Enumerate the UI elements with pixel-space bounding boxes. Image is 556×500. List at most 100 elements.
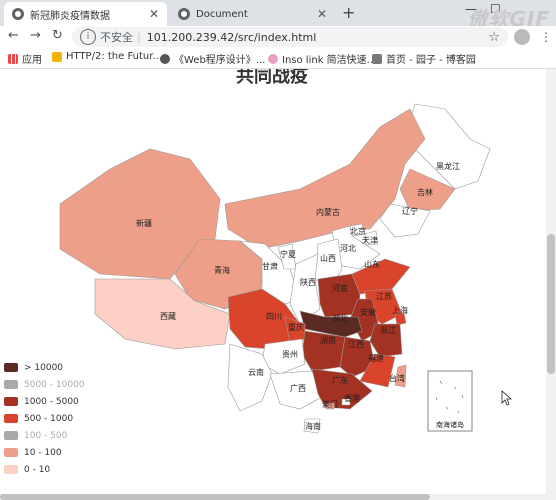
label-hainan: 海南 (305, 421, 321, 431)
label-hubei: 湖北 (332, 314, 348, 323)
label-anhui: 安徽 (360, 307, 376, 317)
label-yunnan: 云南 (248, 367, 264, 377)
label-sichuan: 四川 (266, 312, 282, 321)
label-zhejiang: 浙江 (380, 325, 396, 335)
page-icon (52, 51, 62, 62)
legend-label: 500 - 1000 (24, 413, 74, 424)
label-taiwan: 台湾 (389, 373, 405, 383)
close-icon[interactable]: ✕ (315, 7, 329, 21)
reload-icon[interactable]: ↻ (52, 28, 63, 43)
bookmark-label: 首页 - 园子 - 博客园 (386, 55, 476, 66)
label-jilin: 吉林 (417, 187, 433, 197)
url-text[interactable]: 101.200.239.42/src/index.html (147, 31, 317, 44)
label-tianjin: 天津 (362, 235, 378, 245)
tab-covid-data[interactable]: 新冠肺炎疫情数据 ✕ (4, 2, 167, 26)
legend-swatch (4, 380, 18, 389)
browser-toolbar: ← → ↻ i 不安全 | 101.200.239.42/src/index.h… (0, 26, 556, 48)
link-icon (268, 53, 278, 64)
legend-item[interactable]: 100 - 500 (4, 427, 85, 444)
bookmark-label: 应用 (22, 55, 42, 66)
legend-item[interactable]: 500 - 1000 (4, 410, 85, 427)
scrollbar-thumb[interactable] (547, 234, 555, 374)
tab-strip: 新冠肺炎疫情数据 ✕ Document ✕ + — ☐ 傲软GIF (0, 0, 556, 31)
label-jiangsu: 江苏 (376, 291, 392, 301)
legend-label: 100 - 500 (24, 430, 68, 441)
menu-icon[interactable]: ⋮ (540, 30, 552, 44)
label-fujian: 福建 (368, 353, 384, 363)
legend-label: > 10000 (24, 362, 64, 373)
tab-title: 新冠肺炎疫情数据 (30, 10, 110, 22)
legend-swatch (4, 431, 18, 440)
tab-document[interactable]: Document ✕ (170, 2, 335, 26)
globe-icon (178, 8, 190, 20)
label-macau: 澳门 (322, 399, 338, 409)
legend-item[interactable]: 0 - 10 (4, 461, 85, 478)
apps-grid-icon (8, 53, 18, 64)
legend-swatch (4, 414, 18, 423)
bookmark-cnblogs[interactable]: 首页 - 园子 - 博客园 (372, 51, 476, 66)
blog-icon (372, 53, 382, 64)
label-ningxia: 宁夏 (280, 249, 296, 259)
label-hongkong: 香港 (344, 393, 360, 403)
legend-swatch (4, 363, 18, 372)
label-qinghai: 青海 (214, 265, 230, 275)
bookmark-label: HTTP/2: the Futur... (66, 51, 162, 62)
label-gansu: 甘肃 (262, 261, 278, 271)
label-guizhou: 贵州 (282, 349, 298, 359)
legend-label: 1000 - 5000 (24, 396, 79, 407)
legend-item[interactable]: > 10000 (4, 359, 85, 376)
bookmark-web-course[interactable]: 《Web程序设计》... (160, 51, 265, 66)
separator: | (137, 30, 141, 44)
legend-swatch (4, 465, 18, 474)
bookmark-apps[interactable]: 应用 (8, 51, 42, 66)
label-jiangxi: 江西 (348, 340, 364, 349)
legend-item[interactable]: 10 - 100 (4, 444, 85, 461)
new-tab-icon[interactable]: + (342, 3, 355, 22)
label-heilongjiang: 黑龙江 (436, 161, 460, 171)
globe-icon (160, 53, 170, 64)
globe-icon (12, 8, 24, 20)
label-shanxi: 山西 (320, 253, 336, 263)
legend-label: 10 - 100 (24, 447, 62, 458)
back-icon[interactable]: ← (8, 28, 19, 43)
label-xinjiang: 新疆 (136, 218, 152, 228)
close-icon[interactable]: ✕ (147, 7, 161, 21)
map-legend: > 10000 5000 - 10000 1000 - 5000 500 - 1… (4, 359, 85, 478)
info-icon[interactable]: i (80, 29, 96, 45)
mouse-cursor-icon (501, 390, 513, 406)
label-henan: 河南 (332, 283, 348, 293)
legend-swatch (4, 397, 18, 406)
bookmark-star-icon[interactable]: ☆ (488, 30, 500, 45)
legend-item[interactable]: 5000 - 10000 (4, 376, 85, 393)
bookmark-inso-link[interactable]: Inso link 简洁快速... (268, 51, 376, 66)
legend-item[interactable]: 1000 - 5000 (4, 393, 85, 410)
label-chongqing: 重庆 (288, 322, 304, 332)
label-xizang: 西藏 (160, 311, 176, 321)
label-shanghai: 上海 (392, 305, 408, 315)
label-shaanxi: 陕西 (300, 277, 316, 287)
label-hunan: 湖南 (320, 335, 336, 345)
legend-label: 5000 - 10000 (24, 379, 85, 390)
vertical-scrollbar[interactable] (546, 69, 556, 500)
security-label: 不安全 (100, 31, 133, 44)
label-liaoning: 辽宁 (402, 206, 418, 216)
inset-label: 南海诸岛 (436, 420, 464, 429)
label-hebei: 河北 (340, 243, 356, 253)
forward-icon[interactable]: → (30, 28, 41, 43)
page-content: 共同战疫 黑龙江 吉林 辽宁 内蒙古 北京 天津 河北 新疆 青海 西藏 甘肃 … (0, 69, 556, 500)
bookmarks-bar: 应用 HTTP/2: the Futur... 《Web程序设计》... Ins… (0, 48, 556, 69)
legend-label: 0 - 10 (24, 464, 51, 475)
bookmark-label: Inso link 简洁快速... (282, 55, 377, 66)
legend-swatch (4, 448, 18, 457)
horizontal-scrollbar[interactable] (0, 494, 546, 500)
scrollbar-thumb[interactable] (0, 494, 430, 500)
label-guangxi: 广西 (290, 383, 306, 393)
bookmark-label: 《Web程序设计》... (174, 55, 266, 66)
bookmark-http2[interactable]: HTTP/2: the Futur... (52, 51, 162, 62)
label-shandong: 山东 (364, 259, 380, 269)
label-beijing: 北京 (350, 226, 366, 236)
label-neimenggu: 内蒙古 (316, 207, 340, 217)
address-bar[interactable]: i 不安全 | 101.200.239.42/src/index.html ☆ (72, 27, 508, 47)
south-china-sea-inset: 南海诸岛 (427, 370, 473, 432)
profile-avatar[interactable] (514, 29, 530, 45)
